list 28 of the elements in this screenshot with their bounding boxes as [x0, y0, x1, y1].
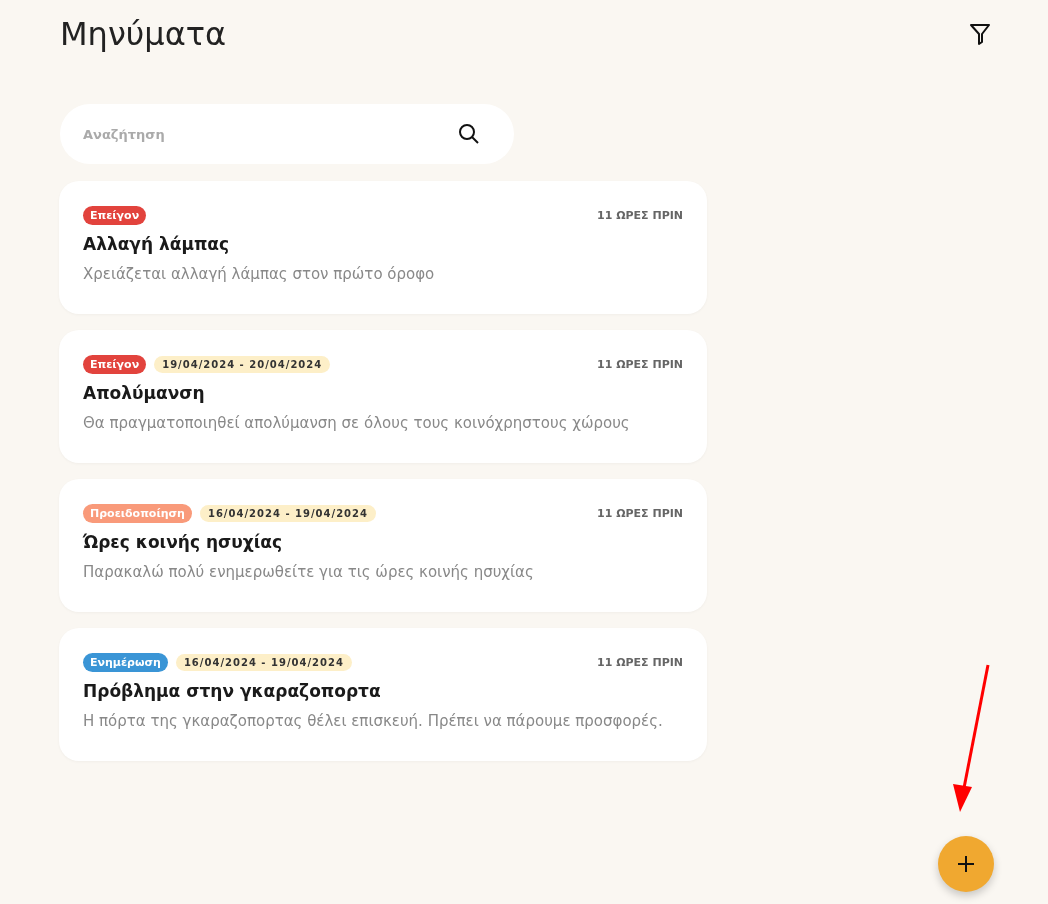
page-title: Μηνύματα [59, 15, 227, 53]
category-tag: Ενημέρωση [83, 652, 168, 672]
message-text: Χρειάζεται αλλαγή λάμπας στον πρώτο όροφο [83, 265, 436, 283]
message-card[interactable]: Ενημέρωση 16/04/2024 - 19/04/2024 11 ΩΡΕΣ ΠΡΙΝ Πρόβλημα στην γκαραζοπορτα Η πόρτα της γκαραζοπορτας θέλει επισκευή. Πρέπει να πάρουμε προσφορές. [59, 628, 707, 761]
message-text: Παρακαλώ πολύ ενημερωθείτε για τις ώρες κοινής ησυχίας [83, 563, 535, 581]
message-card[interactable]: Επείγον 11 ΩΡΕΣ ΠΡΙΝ Αλλαγή λάμπας Χρειάζεται αλλαγή λάμπας στον πρώτο όροφο [59, 181, 707, 314]
message-title: Ώρες κοινής ησυχίας [83, 532, 284, 552]
date-range: 16/04/2024 - 19/04/2024 [175, 653, 352, 671]
plus-icon [957, 855, 975, 873]
message-title: Πρόβλημα στην γκαραζοπορτα [83, 681, 382, 701]
timestamp: 11 ΩΡΕΣ ΠΡΙΝ [597, 655, 683, 669]
search-field[interactable]: Αναζήτηση [60, 104, 514, 164]
timestamp: 11 ΩΡΕΣ ΠΡΙΝ [597, 506, 683, 520]
message-card[interactable]: Επείγον 19/04/2024 - 20/04/2024 11 ΩΡΕΣ ΠΡΙΝ Απολύμανση Θα πραγματοποιηθεί απολύμανση σε όλους τους κοινόχρηστους χώρους [59, 330, 707, 463]
date-range: 16/04/2024 - 19/04/2024 [199, 504, 376, 522]
date-range: 19/04/2024 - 20/04/2024 [154, 355, 331, 373]
message-title: Αλλαγή λάμπας [83, 234, 231, 254]
timestamp: 11 ΩΡΕΣ ΠΡΙΝ [597, 357, 683, 371]
message-title: Απολύμανση [83, 383, 206, 403]
search-icon[interactable] [458, 123, 480, 145]
category-tag: Προειδοποίηση [83, 503, 192, 523]
category-tag: Επείγον [83, 354, 147, 374]
message-text: Θα πραγματοποιηθεί απολύμανση σε όλους τους κοινόχρηστους χώρους [83, 414, 631, 432]
category-tag: Επείγον [83, 205, 147, 225]
filter-icon[interactable] [969, 22, 991, 46]
message-card[interactable]: Προειδοποίηση 16/04/2024 - 19/04/2024 11 ΩΡΕΣ ΠΡΙΝ Ώρες κοινής ησυχίας Παρακαλώ πολύ ενημερωθείτε για τις ώρες κοινής ησυχίας [59, 479, 707, 612]
message-text: Η πόρτα της γκαραζοπορτας θέλει επισκευή. Πρέπει να πάρουμε προσφορές. [83, 712, 664, 730]
timestamp: 11 ΩΡΕΣ ΠΡΙΝ [597, 208, 683, 222]
